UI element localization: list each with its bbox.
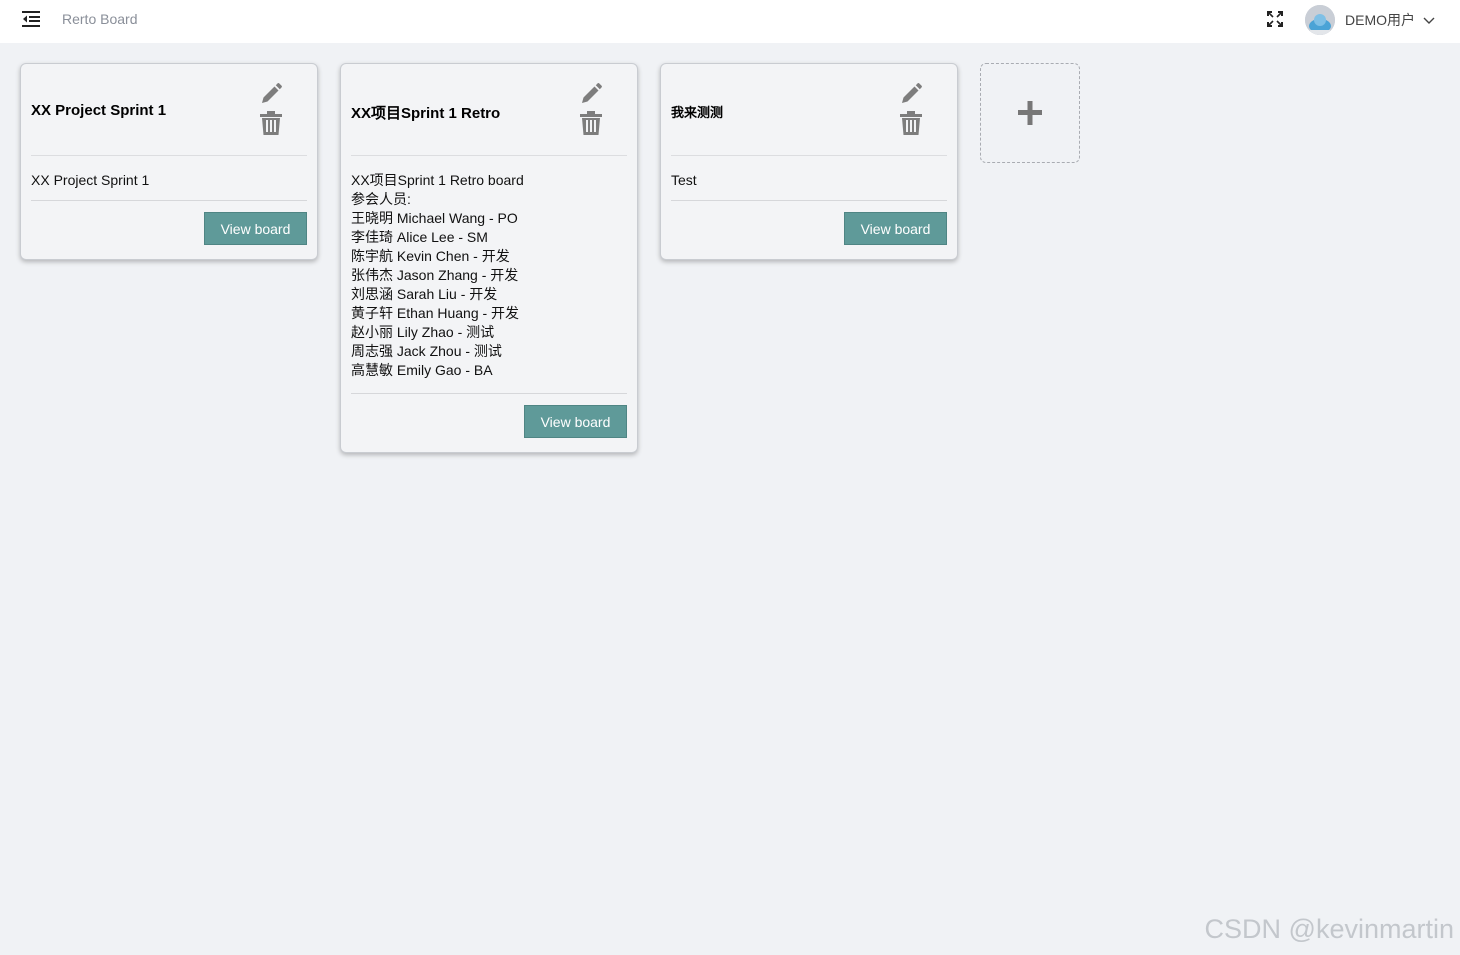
board-card: 我来测测 Test View board	[660, 63, 958, 260]
board-description: XX项目Sprint 1 Retro board 参会人员: 王晓明 Micha…	[351, 171, 627, 380]
add-board-button[interactable]	[980, 63, 1080, 163]
menu-fold-icon[interactable]	[20, 8, 42, 30]
view-board-button[interactable]: View board	[524, 405, 627, 438]
user-name: DEMO用户	[1345, 12, 1415, 28]
description-line: 张伟杰 Jason Zhang - 开发	[351, 267, 519, 283]
view-board-button[interactable]: View board	[204, 212, 307, 245]
card-header: XX项目Sprint 1 Retro	[351, 64, 627, 156]
description-line: 高慧敏 Emily Gao - BA	[351, 362, 493, 378]
trash-icon[interactable]	[579, 110, 603, 136]
view-board-button[interactable]: View board	[844, 212, 947, 245]
description-line: 王晓明 Michael Wang - PO	[351, 210, 518, 226]
app-title[interactable]: Rerto Board	[62, 11, 137, 27]
card-header: XX Project Sprint 1	[31, 64, 307, 156]
pencil-icon[interactable]	[899, 82, 923, 106]
card-divider	[351, 393, 627, 394]
description-line: 黄子轩 Ethan Huang - 开发	[351, 305, 520, 321]
board-card: XX Project Sprint 1 XX Project Sprint 1 …	[20, 63, 318, 260]
board-title: 我来测测	[671, 105, 724, 120]
board-description: XX Project Sprint 1	[31, 171, 307, 190]
fullscreen-icon[interactable]	[1266, 10, 1284, 28]
plus-icon	[1018, 101, 1042, 125]
description-line: XX项目Sprint 1 Retro board	[351, 172, 524, 188]
pencil-icon[interactable]	[259, 82, 283, 106]
watermark: CSDN @kevinmartin	[1204, 914, 1454, 944]
card-header: 我来测测	[671, 64, 947, 156]
description-line: 李佳琦 Alice Lee - SM	[351, 229, 488, 245]
card-divider	[31, 200, 307, 201]
pencil-icon[interactable]	[579, 82, 603, 106]
trash-icon[interactable]	[259, 110, 283, 136]
description-line: Test	[671, 172, 697, 188]
description-line: 赵小丽 Lily Zhao - 测试	[351, 324, 495, 340]
avatar[interactable]	[1305, 5, 1335, 35]
description-line: XX Project Sprint 1	[31, 172, 150, 188]
board-description: Test	[671, 171, 947, 190]
board-card: XX项目Sprint 1 Retro XX项目Sprint 1 Retro bo…	[340, 63, 638, 453]
trash-icon[interactable]	[899, 110, 923, 136]
top-header: Rerto Board DEMO用户	[0, 0, 1460, 43]
description-line: 参会人员:	[351, 191, 411, 207]
description-line: 周志强 Jack Zhou - 测试	[351, 343, 502, 359]
description-line: 刘思涵 Sarah Liu - 开发	[351, 286, 498, 302]
description-line: 陈宇航 Kevin Chen - 开发	[351, 248, 510, 264]
card-divider	[671, 200, 947, 201]
chevron-down-icon[interactable]	[1423, 14, 1435, 26]
user-menu[interactable]: DEMO用户	[1305, 4, 1445, 36]
board-title: XX项目Sprint 1 Retro	[351, 105, 501, 122]
board-title: XX Project Sprint 1	[31, 102, 167, 119]
